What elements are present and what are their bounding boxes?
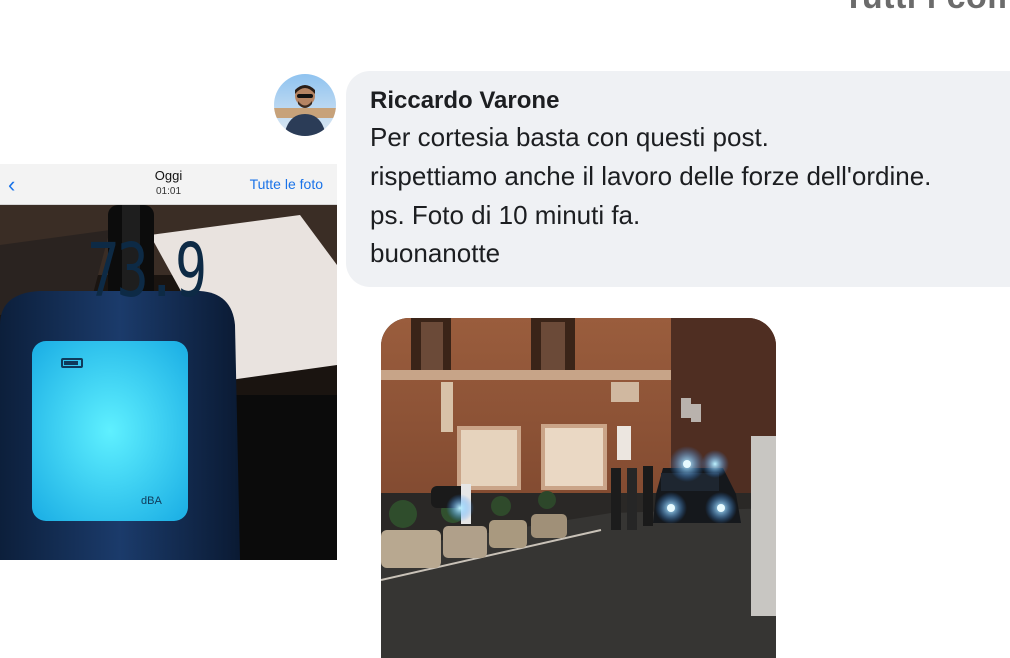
section-header-text[interactable]: Tutti i com bbox=[843, 0, 1010, 17]
photo-app-header: ‹ Oggi 01:01 Tutte le foto bbox=[0, 164, 337, 205]
all-photos-link[interactable]: Tutte le foto bbox=[250, 176, 323, 192]
police-scene-image bbox=[381, 318, 776, 658]
comment-author[interactable]: Riccardo Varone bbox=[370, 87, 559, 115]
meter-unit: dBA bbox=[141, 495, 162, 507]
comment-text-line-3: ps. Foto di 10 minuti fa. bbox=[370, 200, 641, 230]
avatar[interactable] bbox=[274, 74, 336, 136]
meter-reading: 73.9 bbox=[87, 228, 207, 314]
avatar-image bbox=[274, 74, 336, 136]
comment-bubble: Riccardo Varone Per cortesia basta con q… bbox=[346, 71, 1010, 287]
comment-text-line-1: Per cortesia basta con questi post. bbox=[370, 122, 769, 152]
comment-text-line-4: buonanotte bbox=[370, 238, 501, 268]
comment-text-line-2: rispettiamo anche il lavoro delle forze … bbox=[370, 161, 932, 191]
sound-meter-screenshot[interactable]: ‹ Oggi 01:01 Tutte le foto bbox=[0, 164, 337, 560]
street-photo[interactable] bbox=[381, 318, 776, 658]
